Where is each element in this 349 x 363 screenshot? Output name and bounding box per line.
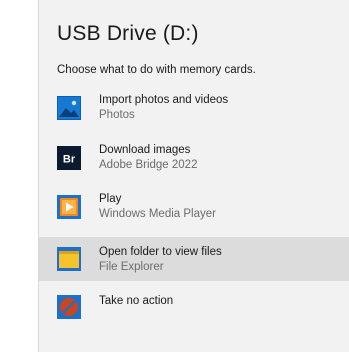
adobe-bridge-icon-text: Br <box>63 154 76 166</box>
option-label: Open folder to view files <box>99 246 222 258</box>
option-download-images[interactable]: Br Download images Adobe Bridge 2022 <box>39 140 349 184</box>
bottom-edge <box>0 352 349 363</box>
option-import-photos[interactable]: Import photos and videos Photos <box>39 90 349 134</box>
no-action-icon <box>57 295 81 319</box>
option-app: Adobe Bridge 2022 <box>99 159 198 171</box>
option-app: Photos <box>99 109 135 121</box>
dialog-subtitle: Choose what to do with memory cards. <box>57 64 256 76</box>
option-label: Import photos and videos <box>99 94 229 106</box>
option-label: Take no action <box>99 295 174 307</box>
option-label: Download images <box>99 144 191 156</box>
autoplay-panel: USB Drive (D:) Choose what to do with me… <box>38 0 349 352</box>
option-label: Play <box>99 193 122 205</box>
option-app: Windows Media Player <box>99 208 216 220</box>
photos-icon <box>57 96 81 120</box>
media-player-icon <box>57 195 81 219</box>
folder-icon <box>57 247 81 271</box>
option-app: File Explorer <box>99 261 164 273</box>
option-take-no-action[interactable]: Take no action <box>39 289 349 333</box>
option-open-folder[interactable]: Open folder to view files File Explorer <box>39 237 349 281</box>
adobe-bridge-icon: Br <box>57 146 81 170</box>
dialog-title: USB Drive (D:) <box>57 22 199 45</box>
option-play[interactable]: Play Windows Media Player <box>39 189 349 233</box>
